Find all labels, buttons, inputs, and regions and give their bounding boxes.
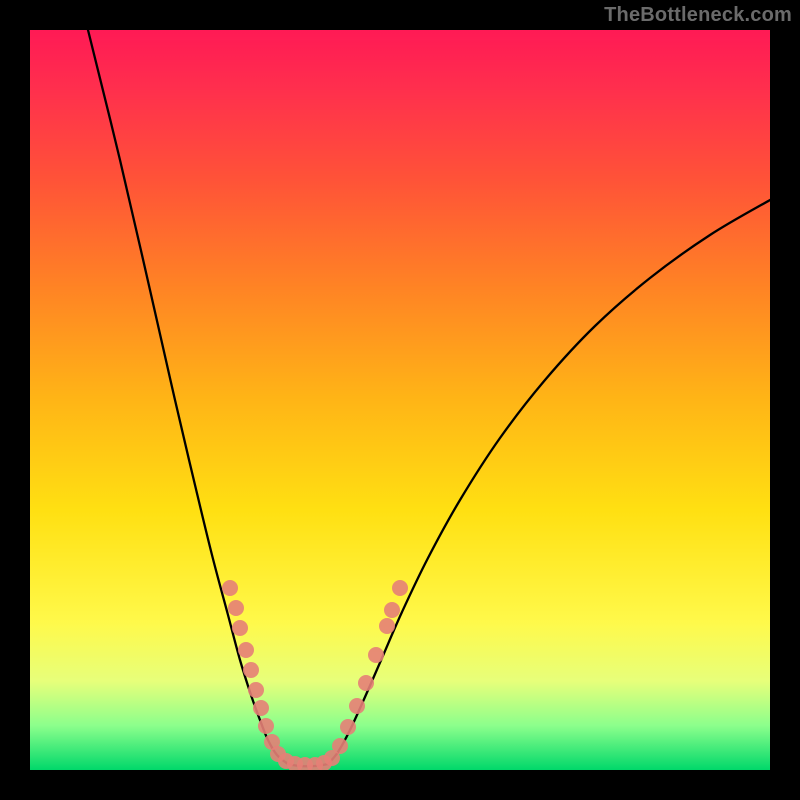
curve-right-curve <box>328 200 770 764</box>
data-marker <box>232 620 248 636</box>
data-marker <box>258 718 274 734</box>
data-marker <box>238 642 254 658</box>
data-marker <box>340 719 356 735</box>
data-marker <box>392 580 408 596</box>
marker-group <box>222 580 408 770</box>
data-marker <box>332 738 348 754</box>
data-marker <box>253 700 269 716</box>
data-marker <box>379 618 395 634</box>
plot-area <box>30 30 770 770</box>
watermark-text: TheBottleneck.com <box>604 4 792 27</box>
data-marker <box>368 647 384 663</box>
data-marker <box>228 600 244 616</box>
chart-frame: TheBottleneck.com <box>0 0 800 800</box>
data-marker <box>243 662 259 678</box>
data-marker <box>358 675 374 691</box>
chart-overlay <box>30 30 770 770</box>
curve-left-curve <box>88 30 288 764</box>
curve-group <box>88 30 770 766</box>
data-marker <box>349 698 365 714</box>
data-marker <box>248 682 264 698</box>
data-marker <box>222 580 238 596</box>
data-marker <box>384 602 400 618</box>
